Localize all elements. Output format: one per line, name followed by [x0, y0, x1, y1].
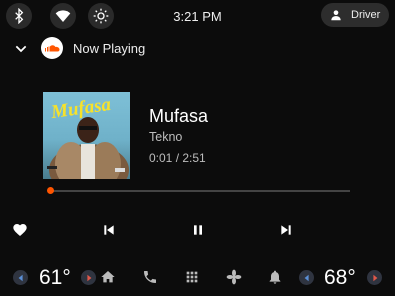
- home-icon: [101, 271, 115, 283]
- profile-label: Driver: [351, 9, 381, 21]
- fan-icon: [226, 269, 242, 285]
- progress-handle[interactable]: [47, 187, 54, 194]
- fan-button[interactable]: [225, 268, 243, 286]
- skip-previous-icon: [104, 225, 114, 235]
- track-time: 0:01 / 2:51: [149, 151, 206, 165]
- pause-button[interactable]: [188, 220, 208, 240]
- right-temp-down-button[interactable]: [299, 270, 314, 285]
- pause-icon: [194, 225, 202, 235]
- left-temp-up-button[interactable]: [81, 270, 96, 285]
- now-playing-title: Now Playing: [73, 41, 146, 56]
- right-temperature: 68°: [324, 266, 356, 289]
- like-button[interactable]: [10, 220, 30, 240]
- phone-icon: [144, 271, 156, 283]
- bell-icon: [269, 270, 281, 284]
- person-icon: [331, 10, 341, 21]
- chevron-left-icon: [18, 274, 23, 281]
- chevron-down-icon[interactable]: [13, 41, 29, 57]
- right-temp-up-button[interactable]: [367, 270, 382, 285]
- chevron-right-icon: [372, 274, 377, 281]
- next-button[interactable]: [276, 220, 296, 240]
- track-title: Mufasa: [149, 106, 209, 126]
- left-temperature: 61°: [39, 266, 71, 289]
- app-grid-button[interactable]: [183, 268, 201, 286]
- chevron-right-icon: [86, 274, 91, 281]
- home-button[interactable]: [99, 268, 117, 286]
- heart-icon: [13, 224, 27, 236]
- soundcloud-logo-icon: [41, 37, 63, 59]
- notifications-button[interactable]: [266, 268, 284, 286]
- app-grid-icon: [186, 271, 198, 283]
- progress-bar[interactable]: [48, 190, 350, 192]
- chevron-left-icon: [304, 274, 309, 281]
- phone-button[interactable]: [141, 268, 159, 286]
- album-art: Mufasa: [43, 92, 130, 179]
- profile-button[interactable]: Driver: [321, 3, 389, 27]
- track-artist: Tekno: [149, 130, 183, 144]
- skip-next-icon: [281, 225, 291, 235]
- previous-button[interactable]: [99, 220, 119, 240]
- left-temp-down-button[interactable]: [13, 270, 28, 285]
